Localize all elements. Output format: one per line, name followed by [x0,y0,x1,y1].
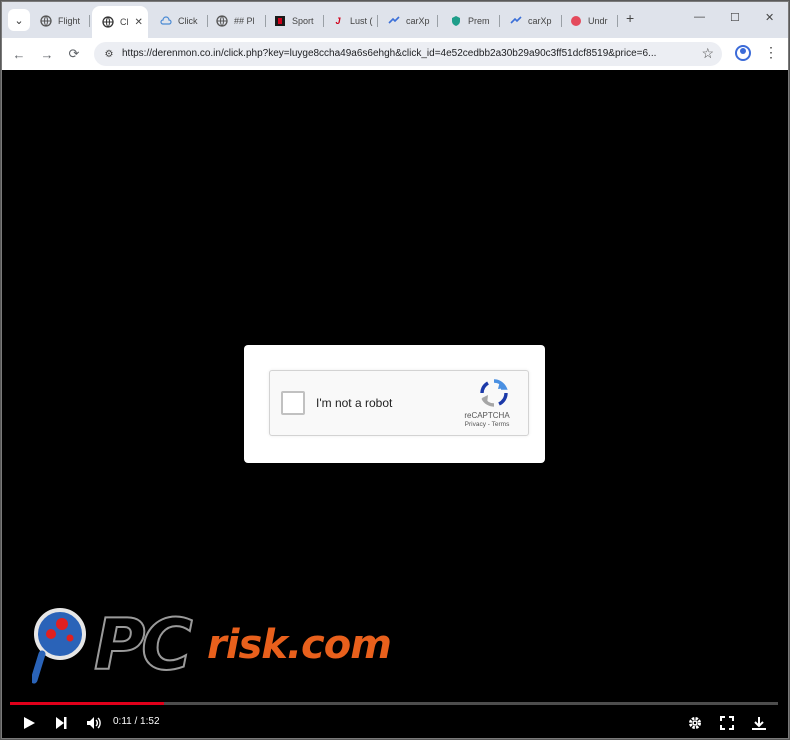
tab-6[interactable]: carXp [388,9,438,33]
recaptcha-logo-icon [480,379,508,407]
recaptcha-widget: I'm not a robot reCAPTCHA Privacy - Term… [269,370,529,436]
maximize-button[interactable]: ☐ [730,11,740,24]
tab-label: carXp [406,16,430,26]
skip-next-icon [56,717,67,729]
fullscreen-icon [720,716,734,730]
video-time: 0:11 / 1:52 [113,716,160,727]
watermark-text: risk.com [207,622,392,668]
watermark-pc: PC [93,603,194,687]
page-content: I'm not a robot reCAPTCHA Privacy - Term… [2,70,788,738]
fullscreen-button[interactable] [720,710,734,736]
captcha-card: I'm not a robot reCAPTCHA Privacy - Term… [244,345,545,463]
reload-button[interactable]: ⟳ [65,45,83,63]
gear-icon [689,717,701,729]
tab-5[interactable]: J Lust ( [332,9,378,33]
play-icon [24,717,35,729]
volume-button[interactable] [86,710,102,736]
robot-checkbox[interactable] [281,391,305,415]
download-button[interactable] [752,710,766,736]
video-progress-bar[interactable] [10,702,778,705]
robot-label: I'm not a robot [316,396,393,410]
shield-icon [450,15,462,27]
globe-icon [102,16,114,28]
close-icon[interactable]: ✕ [135,17,143,28]
carxp-icon [388,15,400,27]
sport-icon [274,15,286,27]
url-text[interactable]: https://derenmon.co.in/click.php?key=luy… [122,48,688,59]
tab-label: Prem [468,16,490,26]
next-button[interactable] [54,710,68,736]
site-info-icon[interactable]: ⚙ [102,47,116,61]
pcrisk-watermark: PC risk.com [32,600,472,690]
tab-label: Lust ( [350,16,373,26]
menu-icon[interactable]: ⋮ [764,44,778,61]
tab-9[interactable]: Undr [570,9,618,33]
tab-4[interactable]: Sport [274,9,324,33]
tab-0[interactable]: Flight [40,9,90,33]
tab-2[interactable]: Click [160,9,208,33]
video-progress-fill [10,702,164,705]
browser-window: ⌄ Flight Cl ✕ Click ## Pl Sport J Lust (… [1,1,789,739]
back-button[interactable]: ← [10,45,28,63]
settings-button[interactable] [688,710,702,736]
tab-8[interactable]: carXp [510,9,562,33]
new-tab-button[interactable]: + [626,10,634,26]
tab-7[interactable]: Prem [450,9,500,33]
magnifier-logo-icon [32,608,86,684]
globe-icon [216,15,228,27]
recaptcha-brand: reCAPTCHA [464,411,510,420]
tab-label: carXp [528,16,552,26]
tab-label: ## Pl [234,16,255,26]
profile-icon[interactable] [735,45,751,61]
tab-label: Undr [588,16,608,26]
lust-icon: J [335,16,341,26]
minimize-button[interactable]: — [694,11,705,23]
tab-label: Sport [292,16,314,26]
bookmark-star-icon[interactable]: ☆ [701,45,714,62]
tab-3[interactable]: ## Pl [216,9,266,33]
volume-icon [87,717,101,729]
cloud-icon [160,15,172,27]
red-circle-icon [570,15,582,27]
tab-label: Flight [58,16,81,26]
browser-toolbar: ← → ⟳ ⚙ https://derenmon.co.in/click.php… [2,38,788,70]
download-icon [752,717,766,730]
forward-button[interactable]: → [38,45,56,63]
carxp-icon [510,15,522,27]
tab-search-button[interactable]: ⌄ [8,9,30,31]
tab-1-active[interactable]: Cl ✕ [92,6,148,38]
globe-icon [40,15,52,27]
chevron-down-icon: ⌄ [14,14,24,27]
play-button[interactable] [22,710,36,736]
video-controls: 0:11 / 1:52 [2,710,788,736]
tab-strip: ⌄ Flight Cl ✕ Click ## Pl Sport J Lust (… [2,2,788,38]
close-window-button[interactable]: ✕ [765,11,774,24]
privacy-terms-link[interactable]: Privacy - Terms [452,421,522,428]
tab-label: Click [178,16,198,26]
tab-label: Cl [120,17,129,27]
address-bar[interactable]: ⚙ https://derenmon.co.in/click.php?key=l… [94,42,722,66]
